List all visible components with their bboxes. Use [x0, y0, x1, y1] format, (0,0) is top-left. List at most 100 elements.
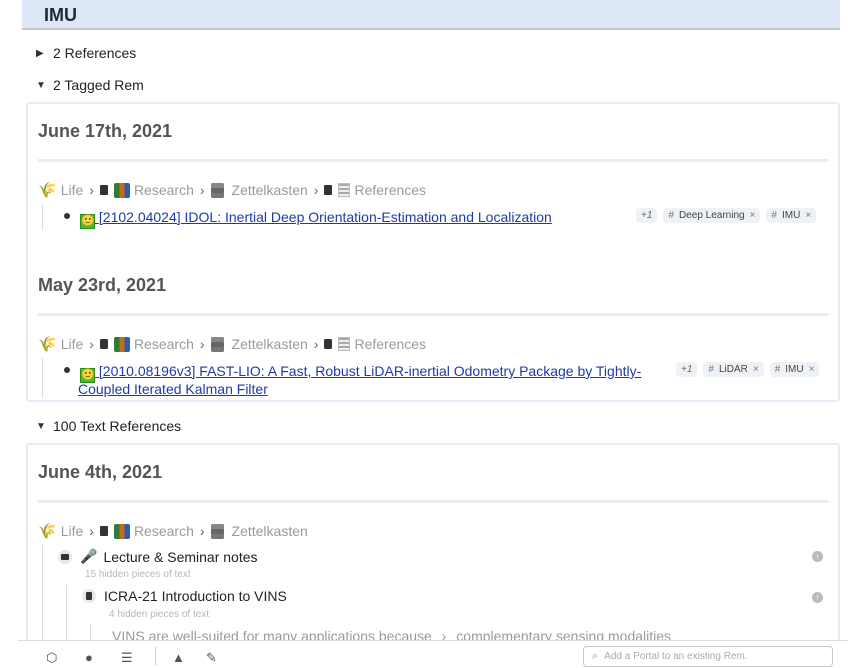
- breadcrumb-item-life[interactable]: Life: [61, 523, 84, 539]
- tagged-panel: June 17th, 2021 🌾 Life › Research › Zett…: [26, 102, 840, 402]
- chevron-right-icon: ›: [89, 336, 94, 352]
- tag-label: IMU: [785, 364, 804, 375]
- remove-icon[interactable]: ×: [753, 364, 759, 375]
- microphone-icon: 🎤: [80, 548, 98, 564]
- divider: [38, 313, 828, 316]
- tag-chip[interactable]: # IMU ×: [769, 362, 820, 377]
- expand-up-icon[interactable]: ↑: [812, 551, 823, 562]
- cabinet-icon: [210, 523, 224, 539]
- more-tags-badge[interactable]: +1: [636, 208, 658, 223]
- indent-line: [42, 358, 43, 398]
- cube-icon[interactable]: ⬡: [46, 650, 57, 666]
- document-icon: [324, 185, 333, 195]
- chevron-right-icon: ›: [89, 523, 94, 539]
- hidden-count[interactable]: 4 hidden pieces of text: [109, 609, 209, 620]
- chevron-right-icon: ›: [199, 336, 205, 352]
- hash-icon: #: [668, 210, 674, 221]
- portal-search-input[interactable]: [604, 651, 815, 662]
- divider: [38, 500, 828, 503]
- cabinet-icon: [210, 336, 224, 352]
- references-toggle-label: 2 References: [53, 45, 137, 61]
- remove-icon[interactable]: ×: [805, 210, 811, 221]
- more-tags-badge[interactable]: +1: [676, 362, 698, 377]
- tag-label: IMU: [781, 210, 801, 221]
- tagged-toggle[interactable]: ▼ 2 Tagged Rem: [36, 77, 144, 93]
- breadcrumb-item-life[interactable]: Life: [61, 336, 84, 352]
- date-heading[interactable]: May 23rd, 2021: [38, 275, 166, 296]
- hash-icon: #: [708, 364, 714, 375]
- caret-down-icon: ▼: [36, 79, 46, 91]
- breadcrumb-item-zettelkasten[interactable]: Zettelkasten: [232, 182, 308, 198]
- caret-down-icon: ▼: [36, 420, 46, 432]
- warning-icon[interactable]: ▲: [172, 650, 185, 665]
- page-icon: [338, 183, 351, 197]
- tag-label: Deep Learning: [678, 210, 745, 221]
- tag-chip[interactable]: # LiDAR ×: [703, 362, 764, 377]
- breadcrumb-item-research[interactable]: Research: [134, 336, 194, 352]
- text-references-toggle[interactable]: ▼ 100 Text References: [36, 418, 181, 434]
- toolbar-divider: [155, 647, 156, 665]
- indent-line: [42, 204, 43, 230]
- portal-search[interactable]: ⌕: [583, 646, 833, 667]
- rem-link-text[interactable]: [2010.08196v3] FAST-LIO: A Fast, Robust …: [99, 363, 641, 379]
- rem-label[interactable]: ICRA-21 Introduction to VINS: [104, 588, 287, 604]
- wheat-icon: 🌾: [38, 523, 57, 540]
- expand-up-icon[interactable]: ↑: [812, 592, 823, 603]
- breadcrumb: 🌾 Life › Research › Zettelkasten › Refer…: [38, 335, 426, 353]
- text-references-panel: June 4th, 2021 🌾 Life › Research › Zette…: [26, 443, 840, 650]
- folder-icon[interactable]: [58, 549, 72, 564]
- books-icon: [113, 336, 130, 352]
- tag-label: LiDAR: [718, 364, 748, 375]
- document-icon: [99, 185, 108, 195]
- tag-list: +1 # LiDAR × # IMU ×: [676, 362, 820, 377]
- chevron-right-icon: ›: [89, 182, 94, 198]
- remove-icon[interactable]: ×: [750, 210, 756, 221]
- document-icon[interactable]: [82, 589, 96, 603]
- breadcrumb-item-research[interactable]: Research: [134, 182, 194, 198]
- rem-row[interactable]: ICRA-21 Introduction to VINS: [82, 588, 287, 604]
- breadcrumb-item-references[interactable]: References: [354, 336, 426, 352]
- wheat-icon: 🌾: [38, 182, 57, 199]
- breadcrumb-item-life[interactable]: Life: [61, 182, 84, 198]
- indent-line: [42, 545, 43, 650]
- caret-right-icon: ▶: [36, 47, 44, 59]
- text-references-toggle-label: 100 Text References: [53, 418, 182, 434]
- page-icon: [338, 337, 351, 351]
- books-icon: [113, 523, 130, 539]
- breadcrumb-item-references[interactable]: References: [354, 182, 426, 198]
- smiley-icon: 🙂: [80, 214, 95, 229]
- document-icon: [99, 339, 108, 349]
- rem-link[interactable]: 🙂 [2102.04024] IDOL: Inertial Deep Orien…: [80, 208, 552, 229]
- breadcrumb-item-research[interactable]: Research: [134, 523, 194, 539]
- rem-link-continuation[interactable]: Coupled Iterated Kalman Filter: [78, 380, 268, 398]
- date-heading[interactable]: June 4th, 2021: [38, 462, 162, 483]
- bulb-icon[interactable]: ●: [85, 650, 93, 665]
- bullet[interactable]: [64, 213, 70, 219]
- brush-icon[interactable]: ✎: [206, 650, 217, 666]
- rem-label[interactable]: Lecture & Seminar notes: [103, 549, 257, 565]
- tag-chip[interactable]: # IMU ×: [766, 208, 817, 223]
- search-icon: ⌕: [592, 650, 599, 662]
- breadcrumb: 🌾 Life › Research › Zettelkasten: [38, 522, 308, 540]
- breadcrumb: 🌾 Life › Research › Zettelkasten › Refer…: [38, 181, 426, 199]
- references-toggle[interactable]: ▶ 2 References: [36, 45, 136, 61]
- rem-link-text[interactable]: [2102.04024] IDOL: Inertial Deep Orienta…: [99, 209, 552, 225]
- breadcrumb-item-zettelkasten[interactable]: Zettelkasten: [232, 336, 308, 352]
- rem-row[interactable]: 🎤 Lecture & Seminar notes: [58, 548, 258, 565]
- chevron-right-icon: ›: [199, 523, 205, 539]
- date-heading[interactable]: June 17th, 2021: [38, 121, 172, 142]
- remove-icon[interactable]: ×: [809, 364, 815, 375]
- tag-chip[interactable]: # Deep Learning ×: [663, 208, 761, 223]
- bullet[interactable]: [64, 367, 70, 373]
- page-header: IMU: [22, 0, 840, 30]
- hidden-count[interactable]: 15 hidden pieces of text: [85, 569, 191, 580]
- chevron-right-icon: ›: [199, 182, 205, 198]
- hash-icon: #: [771, 210, 777, 221]
- document-icon: [99, 526, 108, 536]
- chevron-right-icon: ›: [313, 336, 319, 352]
- breadcrumb-item-zettelkasten[interactable]: Zettelkasten: [232, 523, 308, 539]
- page-title: IMU: [44, 5, 77, 25]
- bottom-toolbar: ⬡ ● ☰ ▲ ✎ ⌕: [18, 640, 848, 668]
- menu-icon[interactable]: ☰: [121, 650, 133, 666]
- cabinet-icon: [210, 182, 224, 198]
